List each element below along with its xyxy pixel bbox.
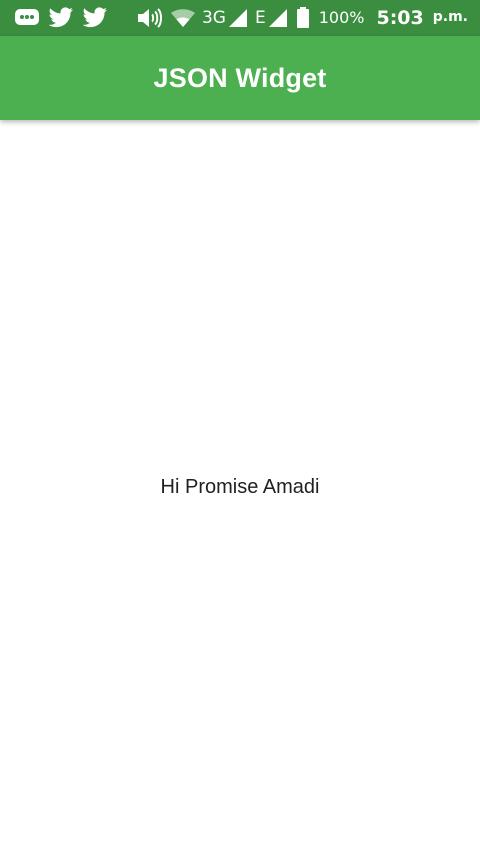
signal-icon — [227, 8, 249, 28]
battery-icon — [295, 6, 311, 30]
volume-icon — [136, 6, 164, 30]
signal-icon — [267, 8, 289, 28]
message-icon — [14, 7, 40, 29]
twitter-icon — [82, 7, 108, 29]
main-content: Hi Promise Amadi — [0, 120, 480, 854]
status-bar-system: 3G E 100% 5:03 p.m. — [136, 6, 468, 30]
status-bar-notifications — [14, 6, 108, 30]
screen: 3G E 100% 5:03 p.m. JSON Widget Hi Promi… — [0, 0, 480, 854]
status-bar: 3G E 100% 5:03 p.m. — [0, 0, 480, 36]
battery-percent: 100% — [318, 8, 365, 27]
network-3g-label: 3G — [201, 8, 226, 28]
network-3g: 3G — [202, 6, 249, 30]
wifi-icon — [170, 7, 196, 29]
clock-ampm: p.m. — [432, 9, 468, 25]
app-bar: JSON Widget — [0, 36, 480, 120]
network-e: E — [255, 6, 289, 30]
twitter-icon — [48, 7, 74, 29]
network-e-label: E — [254, 8, 266, 28]
clock-time: 5:03 — [376, 7, 424, 29]
app-title: JSON Widget — [153, 62, 327, 93]
greeting-text: Hi Promise Amadi — [160, 475, 320, 498]
